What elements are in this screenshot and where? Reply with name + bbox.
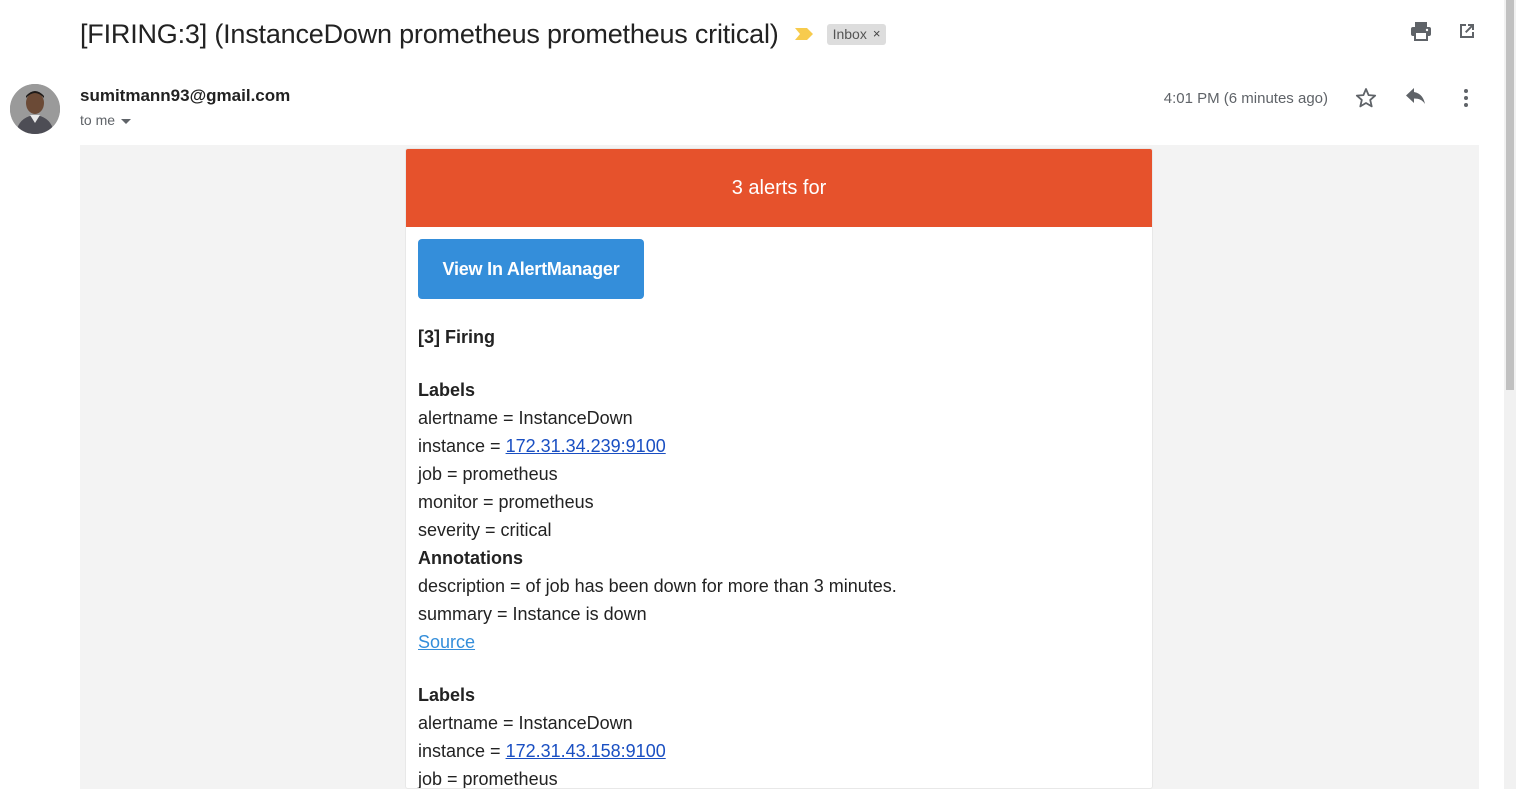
labels-heading: Labels (418, 685, 476, 705)
scrollbar[interactable] (1504, 0, 1516, 789)
remove-label-icon[interactable]: × (873, 26, 881, 41)
instance-link[interactable]: 172.31.34.239:9100 (506, 436, 666, 456)
sender-address[interactable]: sumitmann93@gmail.com (80, 86, 290, 106)
alert-item: Labels alertname = InstanceDown instance… (418, 376, 1140, 656)
source-link[interactable]: Source (418, 632, 475, 652)
star-icon[interactable] (1354, 86, 1378, 110)
inbox-label-text[interactable]: Inbox (833, 26, 867, 42)
annotation-summary: summary = Instance is down (418, 604, 647, 624)
more-vert-icon[interactable] (1454, 86, 1478, 110)
avatar[interactable] (10, 84, 60, 134)
importance-marker-icon[interactable] (793, 26, 815, 42)
labels-heading: Labels (418, 380, 476, 400)
label-instance-prefix: instance = (418, 436, 506, 456)
email-subject: [FIRING:3] (InstanceDown prometheus prom… (80, 18, 779, 49)
annotation-description: description = of job has been down for m… (418, 576, 897, 596)
message-timestamp: 4:01 PM (6 minutes ago) (1163, 89, 1328, 107)
label-alertname: alertname = InstanceDown (418, 713, 633, 733)
alert-card: 3 alerts for View In AlertManager [3] Fi… (405, 148, 1153, 789)
alert-header: 3 alerts for (406, 149, 1152, 227)
message-actions: 4:01 PM (6 minutes ago) (1164, 86, 1478, 110)
chevron-down-icon[interactable] (121, 118, 132, 124)
firing-title: [3] Firing (418, 327, 495, 347)
label-monitor: monitor = prometheus (418, 492, 594, 512)
recipient-text: to me (80, 112, 116, 128)
scrollbar-thumb[interactable] (1506, 0, 1514, 390)
label-instance: instance = 172.31.43.158:9100 (418, 737, 1140, 765)
alert-item: Labels alertname = InstanceDown instance… (418, 681, 1140, 789)
label-alertname: alertname = InstanceDown (418, 408, 633, 428)
label-job: job = prometheus (418, 769, 558, 789)
subject-row: [FIRING:3] (InstanceDown prometheus prom… (80, 14, 887, 54)
inbox-label-chip: Inbox × (826, 23, 887, 45)
print-icon[interactable] (1410, 20, 1432, 42)
view-in-alertmanager-button[interactable]: View In AlertManager (418, 239, 644, 299)
recipient-row[interactable]: to me (80, 112, 290, 128)
label-job: job = prometheus (418, 464, 558, 484)
open-in-new-window-icon[interactable] (1456, 20, 1478, 42)
sender-block: sumitmann93@gmail.com to me (80, 86, 290, 128)
instance-link[interactable]: 172.31.43.158:9100 (506, 741, 666, 761)
annotations-heading: Annotations (418, 548, 523, 568)
label-instance: instance = 172.31.34.239:9100 (418, 432, 1140, 460)
thread-toolbar (1410, 20, 1478, 42)
reply-icon[interactable] (1404, 86, 1428, 110)
alert-body: View In AlertManager [3] Firing Labels a… (406, 227, 1152, 789)
label-instance-prefix: instance = (418, 741, 506, 761)
label-severity: severity = critical (418, 520, 552, 540)
